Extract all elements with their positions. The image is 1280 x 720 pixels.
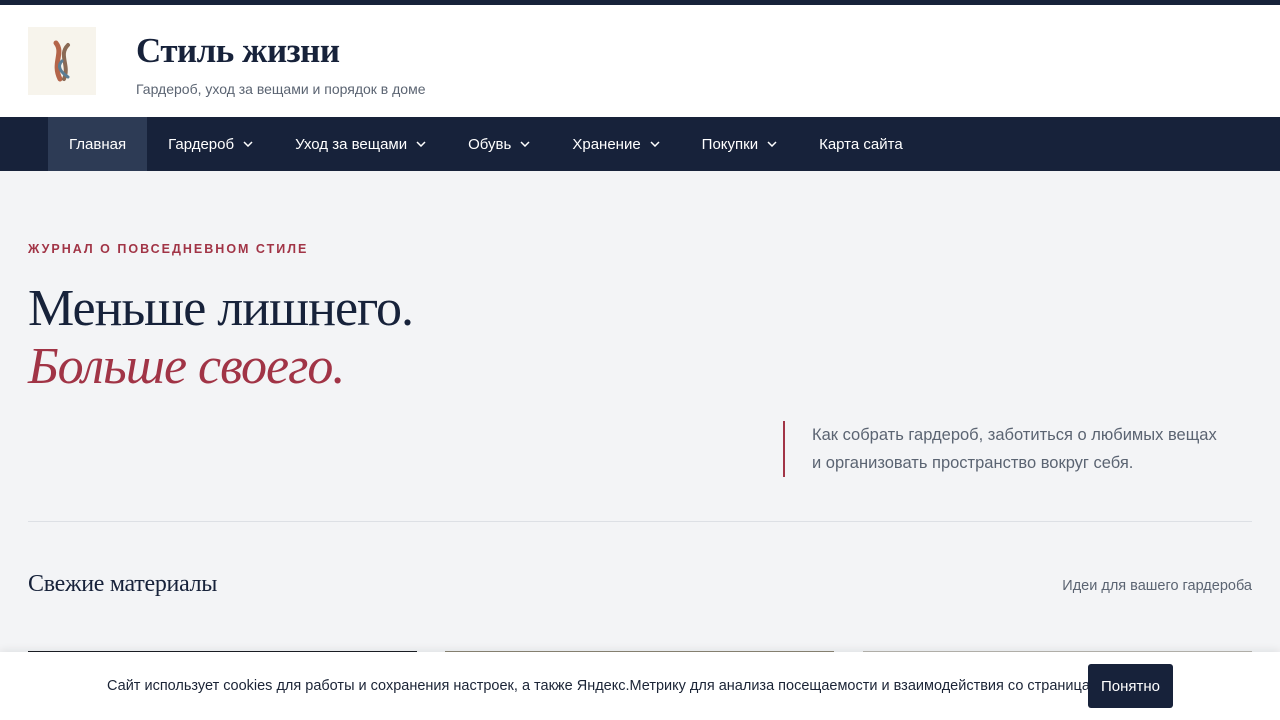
nav-list: Главная Гардероб Уход за вещами Обувь Хр…: [48, 117, 924, 171]
cookie-text: Сайт использует cookies для работы и сох…: [107, 678, 1113, 694]
nav-item-sitemap[interactable]: Карта сайта: [798, 117, 924, 171]
nav-item-shopping[interactable]: Покупки: [681, 117, 798, 171]
chevron-down-icon: [416, 139, 426, 149]
nav-item-label: Карта сайта: [819, 135, 903, 153]
section-title: Свежие материалы: [28, 571, 218, 597]
nav-item-label: Покупки: [701, 135, 759, 153]
hero-lead: Как собрать гардероб, заботиться о любим…: [783, 421, 1253, 477]
cookie-banner: Сайт использует cookies для работы и сох…: [0, 652, 1280, 720]
cookie-accept-button[interactable]: Понятно: [1088, 664, 1173, 708]
hero-headline-line1: Меньше лишнего.: [28, 280, 414, 337]
chevron-down-icon: [243, 139, 253, 149]
nav-item-label: Обувь: [468, 135, 512, 153]
chevron-down-icon: [520, 139, 530, 149]
site-header: Стиль жизни Гардероб, уход за вещами и п…: [0, 5, 1280, 117]
section-link[interactable]: Идеи для вашего гардероба: [1062, 578, 1252, 594]
nav-item-home[interactable]: Главная: [48, 117, 148, 171]
nav-item-storage[interactable]: Хранение: [551, 117, 680, 171]
main-navigation: Главная Гардероб Уход за вещами Обувь Хр…: [0, 117, 1280, 171]
nav-item-label: Главная: [69, 135, 127, 153]
nav-item-shoes[interactable]: Обувь: [447, 117, 551, 171]
hero-lead-line1: Как собрать гардероб, заботиться о любим…: [812, 426, 1217, 444]
site-logo[interactable]: [28, 27, 96, 95]
site-title[interactable]: Стиль жизни: [136, 31, 340, 71]
nav-item-label: Гардероб: [168, 135, 235, 153]
hero-lead-line2: и организовать пространство вокруг себя.: [812, 454, 1134, 472]
hero-eyebrow: ЖУРНАЛ О ПОВСЕДНЕВНОМ СТИЛЕ: [28, 242, 309, 256]
chevron-down-icon: [767, 139, 777, 149]
hero-headline-line2: Больше своего.: [28, 338, 345, 395]
site-tagline: Гардероб, уход за вещами и порядок в дом…: [136, 81, 426, 97]
ribbon-logo-icon: [53, 40, 70, 82]
hero-section: ЖУРНАЛ О ПОВСЕДНЕВНОМ СТИЛЕ Меньше лишне…: [0, 171, 1280, 522]
nav-item-label: Хранение: [572, 135, 641, 153]
nav-item-label: Уход за вещами: [295, 135, 408, 153]
nav-item-care[interactable]: Уход за вещами: [274, 117, 447, 171]
section-divider: [28, 521, 1252, 522]
chevron-down-icon: [650, 139, 660, 149]
nav-item-wardrobe[interactable]: Гардероб: [147, 117, 274, 171]
